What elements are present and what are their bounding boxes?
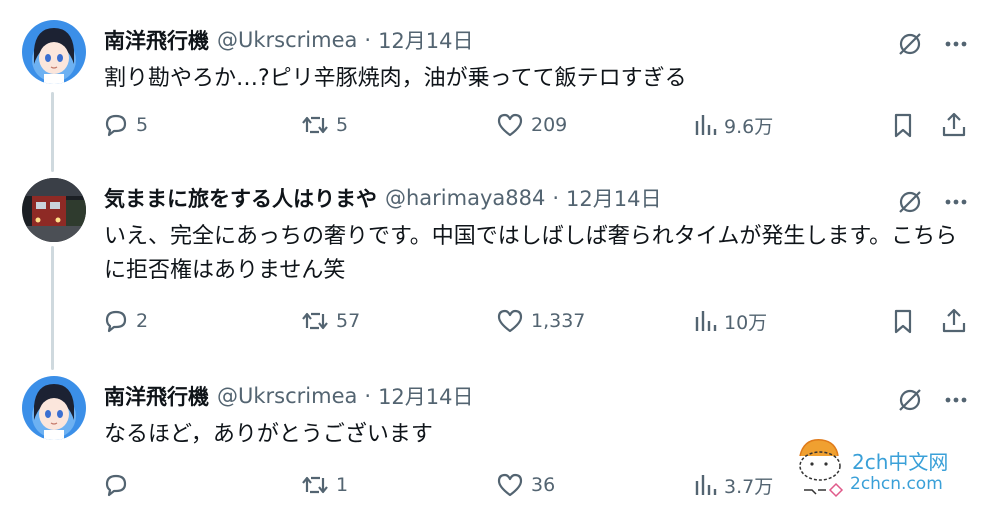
retweet-count: 1 (336, 474, 349, 496)
action-bar: 2 57 1,337 10万 (102, 306, 970, 336)
avatar[interactable] (22, 178, 86, 242)
heart-icon (497, 473, 523, 497)
watermark-url: 2chcn.com (850, 474, 943, 494)
retweet-button[interactable]: 57 (300, 306, 360, 336)
watermark: 2ch中文网 2chcn.com (792, 434, 972, 504)
display-name[interactable]: 南洋飛行機 (104, 381, 209, 411)
tweet-top-icons (896, 386, 970, 418)
retweet-icon (302, 116, 328, 134)
retweet-count: 57 (336, 310, 361, 332)
grok-icon[interactable] (896, 386, 924, 418)
reply-button[interactable]: 5 (102, 110, 148, 140)
heart-icon (497, 309, 523, 333)
tweet-header: 気ままに旅をする人はりまや @harimaya884 · 12月14日 (104, 182, 662, 214)
analytics-icon (695, 115, 717, 135)
more-icon[interactable] (942, 30, 970, 62)
like-button[interactable]: 1,337 (495, 306, 585, 336)
bookmark-button[interactable] (890, 306, 916, 336)
user-handle[interactable]: @harimaya884 (385, 186, 545, 210)
retweet-button[interactable]: 1 (300, 470, 348, 500)
views-button[interactable]: 3.7万 (692, 470, 773, 500)
timestamp[interactable]: 12月14日 (378, 25, 473, 55)
tweet-header: 南洋飛行機 @Ukrscrimea · 12月14日 (104, 24, 474, 56)
more-icon[interactable] (942, 188, 970, 220)
reply-button[interactable] (102, 470, 136, 500)
reply-count: 2 (136, 310, 149, 332)
avatar[interactable] (22, 376, 86, 440)
display-name[interactable]: 南洋飛行機 (104, 25, 209, 55)
like-count: 1,337 (531, 310, 586, 332)
bookmark-icon (894, 113, 912, 138)
separator-dot: · (364, 28, 372, 52)
share-icon (942, 112, 966, 137)
timestamp[interactable]: 12月14日 (566, 183, 661, 213)
like-button[interactable]: 36 (495, 470, 555, 500)
reply-count: 5 (136, 114, 149, 136)
reply-icon (105, 474, 127, 497)
retweet-button[interactable]: 5 (300, 110, 348, 140)
share-button[interactable] (940, 110, 968, 140)
grok-icon[interactable] (896, 30, 924, 62)
reply-icon (105, 114, 127, 137)
more-icon[interactable] (942, 386, 970, 418)
watermark-title: 2ch中文网 (852, 450, 949, 474)
tweet[interactable]: 気ままに旅をする人はりまや @harimaya884 · 12月14日 いえ、完… (0, 176, 988, 356)
timestamp[interactable]: 12月14日 (378, 381, 473, 411)
display-name[interactable]: 気ままに旅をする人はりまや (104, 183, 377, 213)
tweet[interactable]: 南洋飛行機 @Ukrscrimea · 12月14日 割り勘やろか…?ピリ辛豚焼… (0, 18, 988, 158)
tweet-top-icons (896, 188, 970, 220)
analytics-icon (695, 311, 717, 331)
tweet-text: 割り勘やろか…?ピリ辛豚焼肉，油が乗ってて飯テロすぎる (104, 66, 687, 91)
views-button[interactable]: 9.6万 (692, 110, 773, 140)
grok-icon[interactable] (896, 188, 924, 220)
like-button[interactable]: 209 (495, 110, 567, 140)
like-count: 36 (531, 474, 556, 496)
reply-button[interactable]: 2 (102, 306, 148, 336)
separator-dot: · (364, 384, 372, 408)
views-button[interactable]: 10万 (692, 306, 767, 336)
views-count: 3.7万 (724, 475, 774, 498)
tweet-header: 南洋飛行機 @Ukrscrimea · 12月14日 (104, 380, 474, 412)
retweet-count: 5 (336, 114, 349, 136)
analytics-icon (695, 475, 717, 495)
tweet-top-icons (896, 30, 970, 62)
user-handle[interactable]: @Ukrscrimea (217, 28, 357, 52)
mascot-icon (799, 439, 844, 498)
bookmark-button[interactable] (890, 110, 916, 140)
like-count: 209 (531, 114, 568, 136)
bookmark-icon (894, 309, 912, 334)
retweet-icon (302, 312, 328, 330)
views-count: 9.6万 (724, 115, 774, 138)
views-count: 10万 (724, 311, 768, 334)
share-icon (942, 308, 966, 333)
heart-icon (497, 113, 523, 137)
user-handle[interactable]: @Ukrscrimea (217, 384, 357, 408)
separator-dot: · (552, 186, 560, 210)
retweet-icon (302, 476, 328, 494)
avatar[interactable] (22, 20, 86, 84)
tweet-text: いえ、完全にあっちの奢りです。中国ではしばしば奢られタイムが発生します。こちらに… (104, 224, 958, 283)
share-button[interactable] (940, 306, 968, 336)
reply-icon (105, 310, 127, 333)
action-bar: 5 5 209 9.6万 (102, 110, 970, 140)
